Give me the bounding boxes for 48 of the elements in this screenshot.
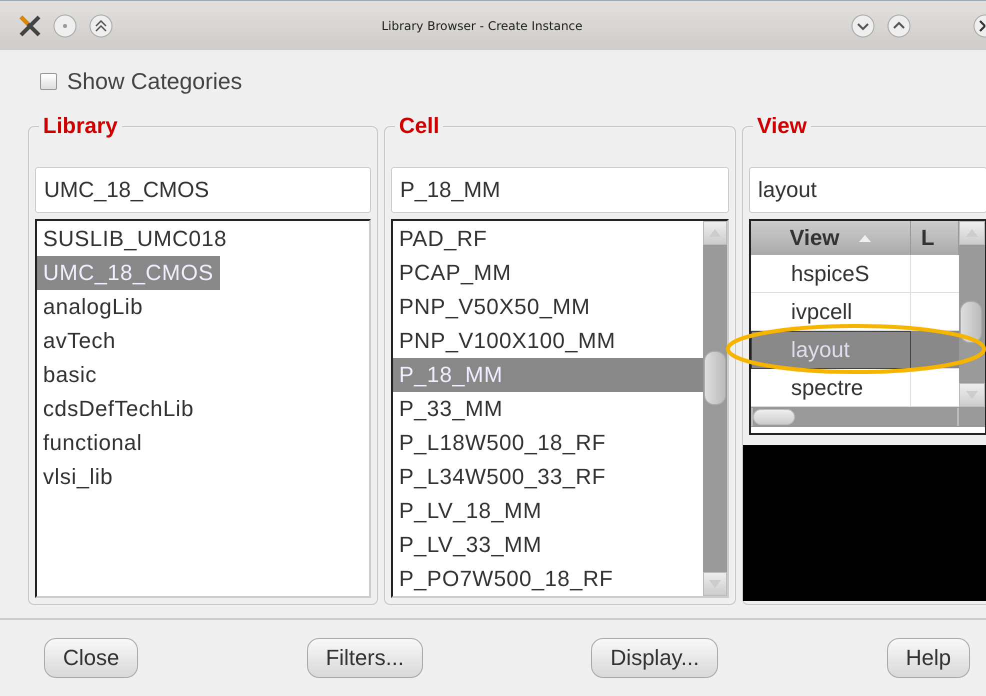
dialog-button[interactable]: Filters... (306, 638, 423, 678)
dialog-button[interactable]: Display... (591, 638, 718, 678)
x-logo-icon (18, 14, 42, 38)
scroll-up-icon[interactable] (966, 229, 978, 237)
list-item[interactable]: PCAP_MM (393, 256, 703, 290)
list-item[interactable]: analogLib (37, 290, 149, 324)
dialog-button[interactable]: Close (44, 638, 138, 678)
list-item[interactable]: PNP_V50X50_MM (393, 290, 703, 324)
list-item[interactable]: cdsDefTechLib (37, 392, 200, 426)
list-item[interactable]: avTech (37, 324, 122, 358)
close-icon[interactable] (972, 12, 986, 38)
checkbox-label: Show Categories (67, 68, 242, 94)
list-item[interactable]: PNP_V100X100_MM (393, 324, 703, 358)
window-title: Library Browser - Create Instance (380, 18, 584, 32)
minimize-icon[interactable] (52, 12, 78, 38)
filter-field[interactable]: layout (749, 167, 986, 213)
double-up-icon[interactable] (88, 12, 114, 38)
table-cell[interactable]: ivpcell (751, 293, 911, 331)
dialog-button[interactable]: Help (886, 638, 970, 678)
checkbox[interactable] (40, 72, 57, 90)
column-header[interactable]: L (911, 221, 959, 255)
chevron-down-icon[interactable] (850, 12, 876, 38)
sort-up-icon (859, 234, 872, 242)
list-item[interactable]: P_LV_33_MM (393, 528, 703, 562)
list-item[interactable]: functional (37, 426, 148, 460)
scrollbar-thumb[interactable] (960, 301, 982, 343)
list-item[interactable]: P_PO7W500_18_RF (393, 562, 703, 596)
filter-field[interactable]: P_18_MM (391, 167, 729, 213)
horizontal-scrollbar[interactable] (751, 407, 959, 427)
scrollbar-thumb[interactable] (704, 351, 726, 405)
list-item[interactable]: SUSLIB_UMC018 (37, 222, 233, 256)
table-cell[interactable]: hspiceS (751, 255, 911, 293)
list-item[interactable]: P_L18W500_18_RF (393, 426, 703, 460)
table-cell[interactable]: spectre (751, 369, 911, 407)
filter-field[interactable]: UMC_18_CMOS (35, 167, 371, 213)
scrollbar[interactable] (959, 221, 985, 427)
column-header[interactable]: View (751, 221, 911, 255)
list-item[interactable]: PAD_RF (393, 222, 703, 256)
scroll-up-icon[interactable] (709, 229, 721, 237)
chevron-up-icon[interactable] (886, 12, 912, 38)
scroll-down-icon[interactable] (966, 391, 978, 399)
scroll-down-icon[interactable] (709, 580, 721, 588)
list-item[interactable]: P_33_MM (393, 392, 703, 426)
list-item[interactable]: P_L34W500_33_RF (393, 460, 703, 494)
scrollbar[interactable] (703, 221, 727, 596)
list-item[interactable]: vlsi_lib (37, 460, 120, 494)
list-item[interactable]: basic (37, 358, 103, 392)
list-item[interactable]: P_LV_18_MM (393, 494, 703, 528)
